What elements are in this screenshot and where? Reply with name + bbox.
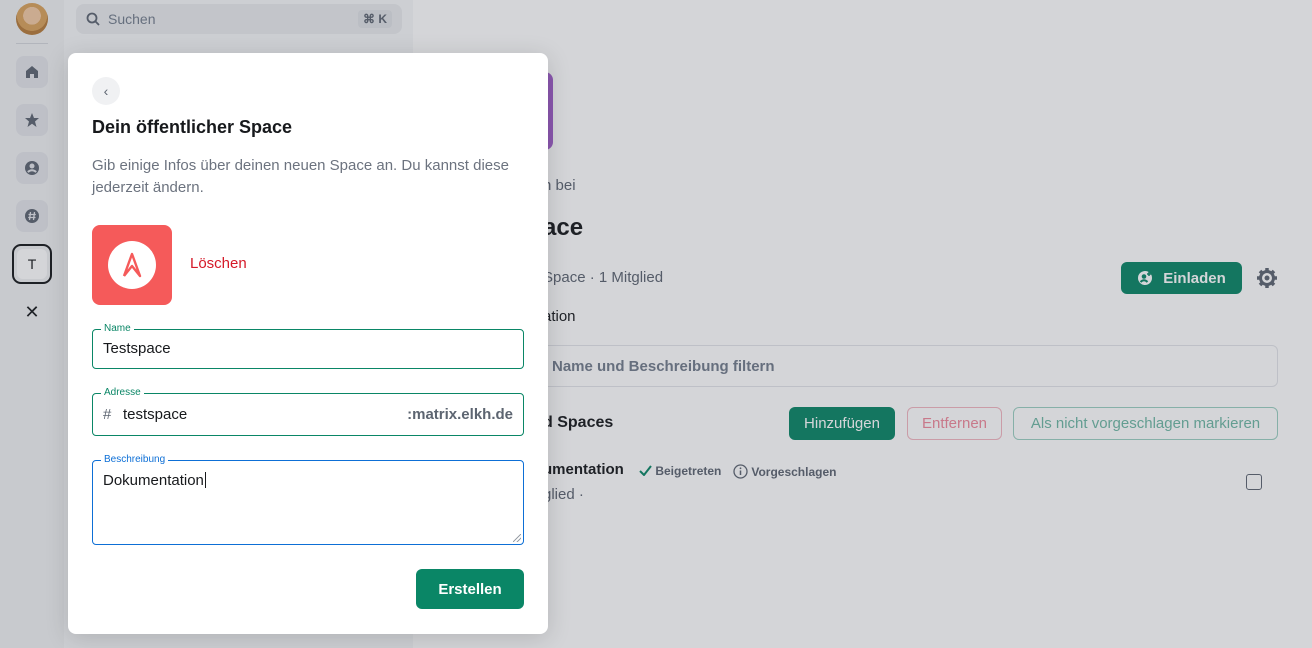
address-prefix: # (103, 406, 112, 423)
create-button[interactable]: Erstellen (416, 569, 524, 609)
dialog-title: Dein öffentlicher Space (92, 117, 293, 137)
resize-handle[interactable] (513, 534, 521, 542)
space-avatar-upload[interactable] (92, 225, 172, 305)
address-suffix: :matrix.elkh.de (407, 406, 513, 423)
description-value: Dokumentation (103, 472, 204, 489)
name-field[interactable]: Name Testspace (92, 322, 524, 369)
back-button[interactable]: ‹ (92, 77, 120, 105)
avatar-logo-icon (108, 241, 156, 289)
address-label: Adresse (101, 386, 144, 400)
address-field[interactable]: Adresse # testspace :matrix.elkh.de (92, 386, 524, 436)
dialog-description: Gib einige Infos über deinen neuen Space… (92, 157, 509, 196)
name-value: Testspace (103, 340, 171, 357)
description-label: Beschreibung (101, 453, 169, 467)
description-field[interactable]: Beschreibung Dokumentation (92, 453, 524, 545)
create-space-dialog: ‹ Dein öffentlicher Space Gib einige Inf… (68, 53, 548, 634)
name-label: Name (101, 322, 134, 336)
address-value: testspace (123, 406, 188, 423)
delete-avatar-link[interactable]: Löschen (190, 255, 247, 272)
